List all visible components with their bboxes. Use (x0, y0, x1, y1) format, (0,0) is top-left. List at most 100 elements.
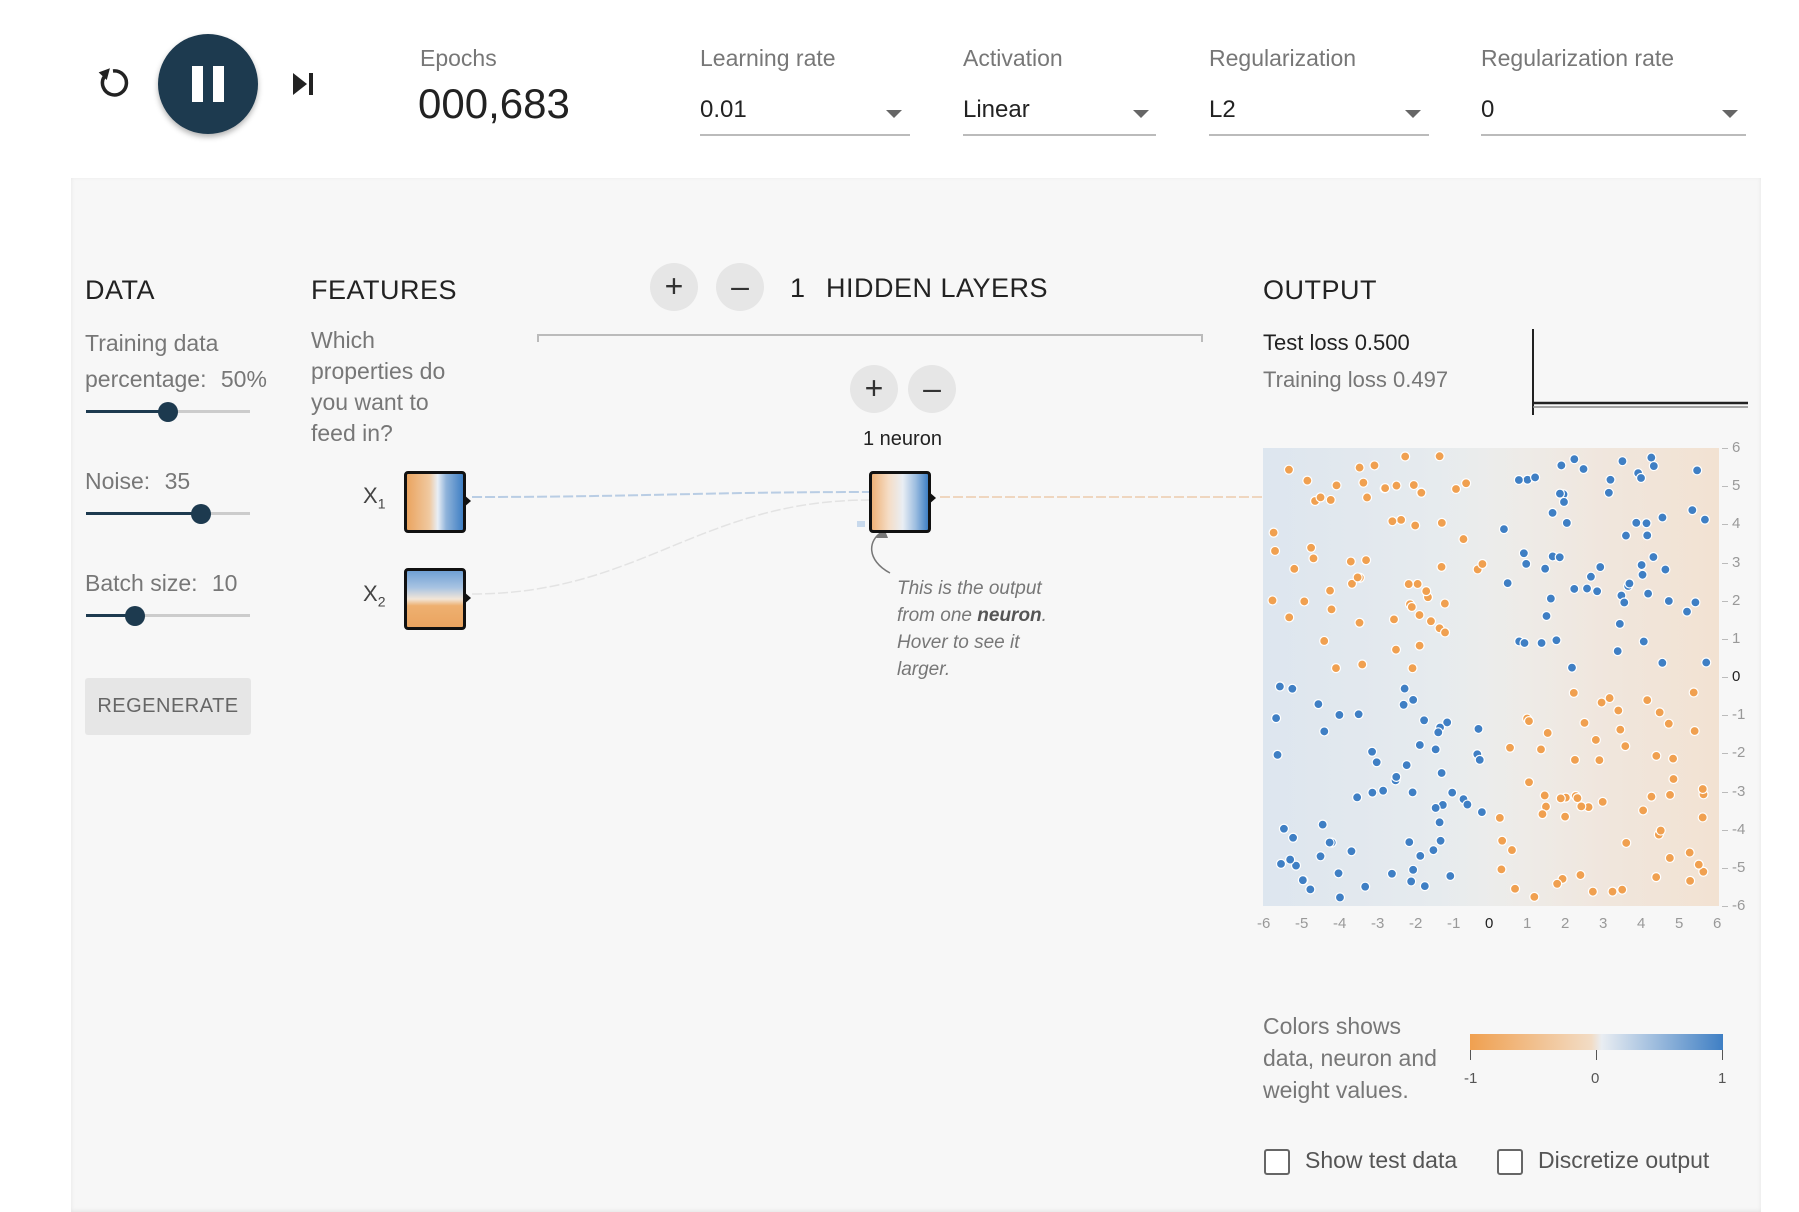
regularization-rate-value: 0 (1481, 96, 1495, 123)
x-tick-label: 0 (1485, 915, 1494, 932)
regularization-rate-select[interactable]: 0 (1481, 96, 1746, 136)
data-point (1556, 460, 1567, 471)
data-point (1569, 583, 1580, 595)
features-desc-line: feed in? (311, 420, 393, 446)
slider-thumb[interactable] (125, 606, 146, 626)
reset-icon[interactable] (96, 66, 130, 100)
add-neuron-button[interactable]: + (850, 365, 898, 413)
remove-layer-button[interactable]: – (716, 263, 764, 311)
regenerate-button[interactable]: REGENERATE (85, 678, 251, 735)
x-tick-label: -6 (1257, 915, 1271, 932)
features-desc-line: properties do (311, 358, 446, 384)
slider-fill (86, 512, 201, 515)
data-point (1518, 548, 1529, 559)
data-point (1439, 598, 1450, 609)
discretize-output-label[interactable]: Discretize output (1538, 1147, 1709, 1174)
data-point (1651, 750, 1662, 761)
data-point (1367, 787, 1378, 798)
node-output-arrow (463, 591, 471, 605)
loss-chart (1532, 329, 1748, 415)
neuron-count-label: 1 neuron (863, 428, 942, 450)
data-point (1541, 610, 1552, 622)
data-point (1371, 757, 1382, 768)
data-point (1551, 635, 1562, 646)
data-point (1646, 452, 1657, 463)
legend-desc-line: data, neuron and (1263, 1045, 1437, 1071)
node-output-arrow (463, 494, 471, 508)
data-point (1687, 504, 1698, 516)
data-point (1434, 451, 1445, 462)
data-point (1274, 681, 1285, 692)
y-tick-mark (1722, 448, 1728, 449)
data-point (1535, 744, 1547, 755)
pause-button[interactable] (158, 34, 258, 134)
feature-x1-node[interactable] (404, 471, 466, 533)
data-point (1330, 663, 1342, 674)
slider-thumb[interactable] (158, 402, 178, 422)
scale-tick (1722, 1050, 1723, 1060)
data-point (1428, 845, 1439, 856)
data-point (1357, 659, 1368, 670)
data-point (1358, 477, 1369, 488)
data-point (1612, 645, 1623, 657)
data-point (1494, 812, 1505, 823)
discretize-output-checkbox[interactable] (1497, 1149, 1523, 1175)
hidden-layers-title: HIDDEN LAYERS (826, 273, 1049, 303)
data-point (1412, 578, 1423, 590)
scale-tick (1596, 1050, 1597, 1060)
epochs-counter: 000,683 (418, 80, 570, 127)
feature-x2-node[interactable] (404, 568, 466, 630)
data-point (1369, 460, 1380, 471)
data-point (1617, 456, 1628, 467)
data-point (1642, 530, 1653, 541)
regularization-select[interactable]: L2 (1209, 96, 1429, 136)
data-point (1399, 683, 1410, 694)
feature-x2-label: X2 (363, 581, 385, 609)
data-point (1331, 480, 1342, 491)
activation-select[interactable]: Linear (963, 96, 1156, 136)
y-tick-label: -5 (1732, 858, 1746, 876)
activation-value: Linear (963, 96, 1030, 123)
data-point (1506, 844, 1518, 856)
feature-x1-subscript: 1 (377, 495, 386, 512)
data-point (1552, 878, 1563, 889)
data-point (1617, 884, 1628, 895)
test-loss: Test loss 0.500 (1263, 330, 1410, 355)
data-point (1302, 475, 1313, 486)
data-point (1474, 754, 1485, 765)
data-point (1414, 640, 1425, 651)
remove-neuron-button[interactable]: – (908, 365, 956, 413)
show-test-data-checkbox[interactable] (1264, 1149, 1290, 1175)
data-point (1613, 705, 1624, 716)
noise-slider[interactable] (86, 502, 250, 526)
slider-fill (86, 410, 168, 413)
features-description: Which properties do you want to feed in? (311, 325, 445, 449)
data-point (1663, 595, 1674, 607)
x-tick-label: 3 (1599, 915, 1608, 932)
slider-thumb[interactable] (190, 504, 211, 524)
data-point (1414, 609, 1425, 621)
data-point (1313, 699, 1324, 710)
data-point (1635, 472, 1647, 484)
data-point (1530, 472, 1541, 483)
data-point (1272, 749, 1283, 760)
output-heatmap[interactable] (1263, 448, 1719, 906)
hidden-neuron-node[interactable] (869, 471, 931, 533)
show-test-data-label[interactable]: Show test data (1305, 1147, 1457, 1174)
batch-label-text: Batch size: (85, 570, 198, 596)
data-point (1408, 864, 1419, 875)
data-point (1354, 617, 1365, 628)
step-forward-icon[interactable] (290, 71, 320, 97)
data-point (1345, 556, 1356, 567)
learning-rate-select[interactable]: 0.01 (700, 96, 910, 136)
add-layer-button[interactable]: + (650, 263, 698, 311)
data-point (1519, 637, 1530, 649)
select-underline (700, 134, 910, 136)
data-point (1285, 854, 1296, 865)
data-point (1346, 846, 1357, 857)
data-point (1319, 726, 1330, 737)
data-point (1408, 694, 1419, 705)
data-point (1391, 480, 1402, 491)
batch-size-slider[interactable] (86, 604, 250, 628)
training-percentage-slider[interactable] (86, 400, 250, 424)
